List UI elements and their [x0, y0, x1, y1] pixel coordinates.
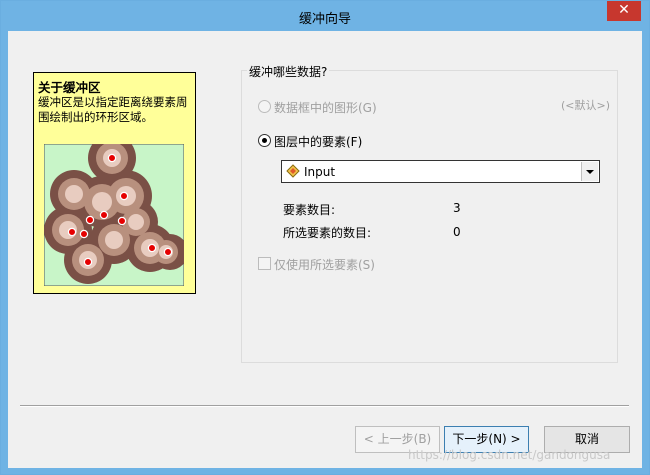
layer-select[interactable]: Input [281, 160, 600, 183]
window-title: 缓冲向导 [298, 12, 351, 27]
feature-count-value: 3 [453, 201, 461, 215]
buffer-wizard-window: 缓冲向导 ✕ 关于缓冲区 缓冲区是以指定距离绕要素周围绘制出的环形区域。 缓冲哪… [0, 0, 650, 475]
watermark: https://blog.csdn.net/gandongusa [408, 448, 611, 462]
default-hint: (<默认>) [561, 99, 611, 112]
graphics-radio[interactable] [258, 100, 271, 113]
use-selected-label: 仅使用所选要素(S) [274, 258, 375, 272]
buffer-illustration [44, 144, 184, 286]
layer-features-option-label: 图层中的要素(F) [274, 135, 363, 149]
use-selected-checkbox[interactable] [258, 257, 271, 270]
selected-count-label: 所选要素的数目: [283, 226, 372, 240]
close-button[interactable]: ✕ [607, 1, 641, 21]
buffer-source-question: 缓冲哪些数据? [247, 63, 330, 80]
feature-layer-icon [286, 164, 300, 178]
close-icon: ✕ [618, 2, 630, 18]
about-buffer-title: 关于缓冲区 [38, 80, 101, 95]
about-buffer-description: 缓冲区是以指定距离绕要素周围绘制出的环形区域。 [38, 95, 188, 124]
chevron-down-icon[interactable] [581, 162, 598, 181]
graphics-option-label: 数据框中的图形(G) [274, 101, 377, 115]
selected-count-value: 0 [453, 225, 461, 239]
selected-layer-value: Input [304, 165, 336, 179]
dialog-client: 关于缓冲区 缓冲区是以指定距离绕要素周围绘制出的环形区域。 缓冲哪些数据? 数据… [8, 31, 642, 468]
feature-count-label: 要素数目: [283, 203, 336, 217]
layer-features-radio[interactable] [258, 134, 271, 147]
footer-separator [20, 405, 629, 407]
about-buffer-panel: 关于缓冲区 缓冲区是以指定距离绕要素周围绘制出的环形区域。 [33, 72, 196, 294]
title-bar[interactable]: 缓冲向导 ✕ [1, 1, 649, 31]
